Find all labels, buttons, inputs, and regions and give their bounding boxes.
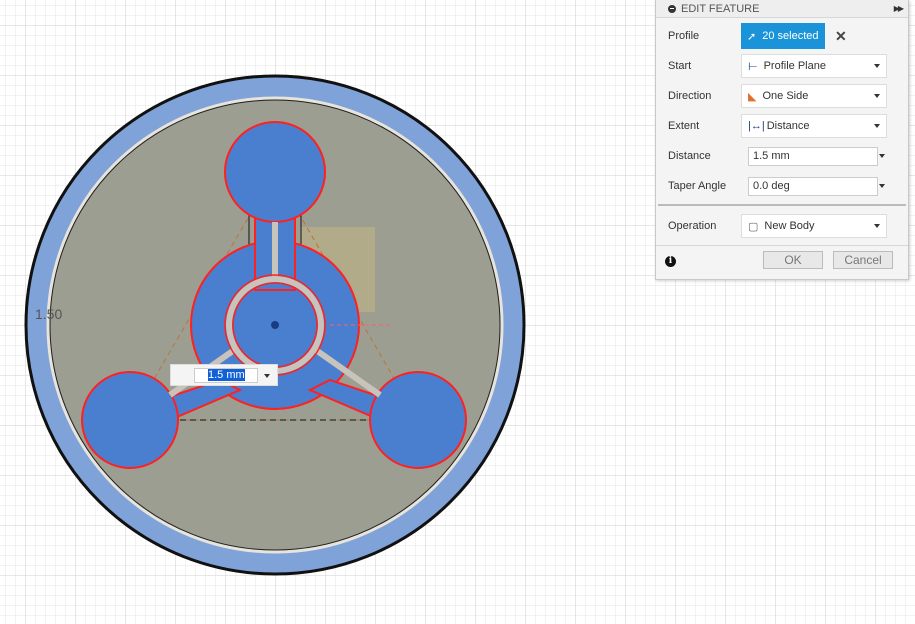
distance-label: Distance [668, 150, 711, 162]
taper-angle-input[interactable]: 0.0 deg [748, 176, 878, 196]
profile-plane-icon: ⊢ [748, 60, 758, 73]
edit-feature-panel: EDIT FEATURE ▶▶ Profile ➚ 20 selected ✕ … [655, 0, 909, 280]
expand-icon[interactable]: ▶▶ [894, 4, 904, 13]
chevron-down-icon [874, 124, 880, 128]
chevron-down-icon[interactable] [264, 374, 270, 378]
center-point [271, 321, 279, 329]
cursor-icon: ➚ [747, 30, 757, 43]
direction-dropdown[interactable]: ◣ One Side [741, 84, 887, 108]
start-dropdown[interactable]: ⊢ Profile Plane [741, 54, 887, 78]
direction-label: Direction [668, 90, 712, 102]
distance-manipulator-input[interactable]: 1.5 mm [194, 368, 258, 383]
chevron-down-icon [874, 224, 880, 228]
divider [656, 245, 908, 246]
chevron-down-icon [874, 64, 880, 68]
panel-title: EDIT FEATURE [681, 2, 760, 15]
one-side-icon: ◣ [748, 90, 757, 103]
extent-dropdown[interactable]: |↔| Distance [741, 114, 887, 138]
distance-icon: |↔| [748, 120, 765, 132]
extent-label: Extent [668, 120, 700, 132]
panel-header: EDIT FEATURE ▶▶ [656, 0, 908, 18]
divider [658, 204, 906, 206]
collapse-icon[interactable] [668, 4, 676, 13]
clear-selection-close-icon[interactable]: ✕ [835, 28, 847, 45]
operation-dropdown[interactable]: ▢ New Body [741, 214, 887, 238]
taper-angle-label: Taper Angle [668, 180, 727, 192]
ok-button[interactable]: OK [763, 251, 823, 269]
cancel-button[interactable]: Cancel [833, 251, 893, 269]
profile-label: Profile [668, 30, 700, 42]
distance-manipulator: 1.5 mm [170, 364, 278, 386]
chevron-down-icon[interactable] [879, 184, 885, 188]
sketch-dimension-label: 1.50 [35, 306, 63, 322]
operation-label: Operation [668, 220, 717, 232]
lobe-right [369, 371, 467, 469]
lobe-left [81, 371, 179, 469]
chevron-down-icon[interactable] [879, 154, 885, 158]
chevron-down-icon [874, 94, 880, 98]
distance-input[interactable]: 1.5 mm [748, 146, 878, 166]
start-label: Start [668, 60, 692, 72]
new-body-icon: ▢ [748, 220, 759, 233]
info-icon[interactable]: i [665, 256, 676, 267]
lobe-top [224, 121, 326, 223]
profile-select-button[interactable]: ➚ 20 selected [741, 23, 825, 49]
